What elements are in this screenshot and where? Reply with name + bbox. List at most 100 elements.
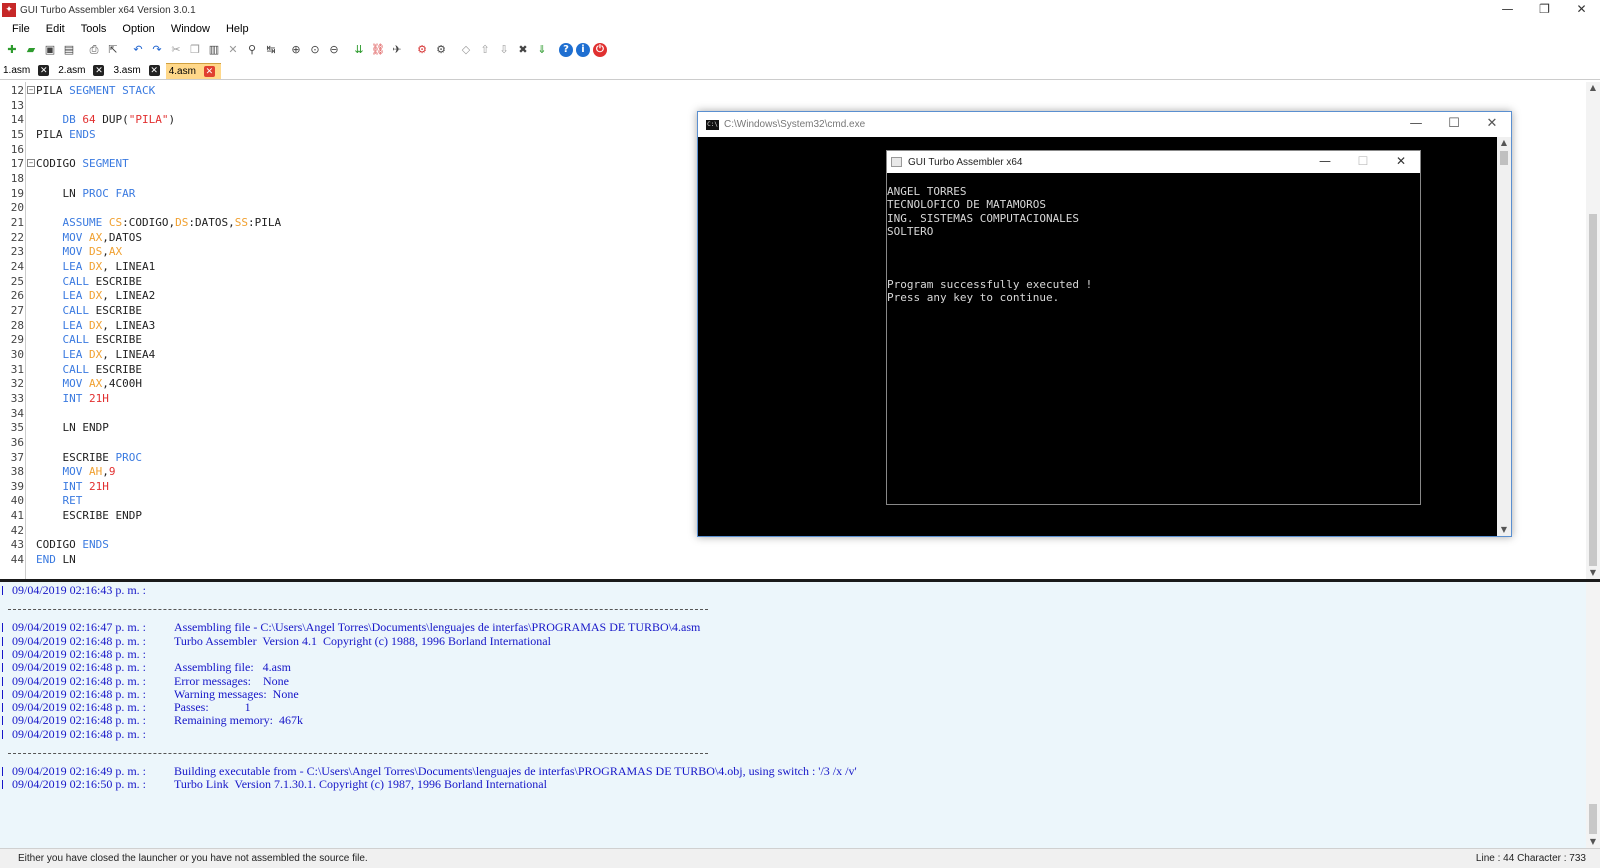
help-icon[interactable]: ?: [559, 43, 573, 57]
cut-icon[interactable]: ✂: [168, 42, 184, 58]
code-token: INT: [62, 391, 89, 405]
tab-close-icon[interactable]: ✕: [203, 65, 215, 77]
cmd-vertical-scrollbar[interactable]: ▲ ▼: [1497, 137, 1511, 536]
tab-3[interactable]: 3.asm ✕: [110, 63, 165, 79]
assemble-icon[interactable]: ⇊: [351, 42, 367, 58]
new-file-icon[interactable]: ✚: [4, 42, 20, 58]
cmd-scroll-up-arrow-icon[interactable]: ▲: [1497, 137, 1511, 149]
delete-icon[interactable]: ✕: [225, 42, 241, 58]
menu-tools[interactable]: Tools: [81, 23, 107, 35]
tab-close-icon[interactable]: ✕: [148, 65, 160, 76]
inner-minimize-button[interactable]: —: [1306, 151, 1344, 173]
undo-icon[interactable]: ↶: [130, 42, 146, 58]
fold-toggle-icon[interactable]: −: [27, 159, 35, 168]
fold-toggle-icon[interactable]: −: [27, 86, 35, 94]
copy-icon[interactable]: ❐: [187, 42, 203, 58]
log-vertical-scrollbar[interactable]: ▼: [1586, 582, 1600, 848]
paste-icon[interactable]: ▥: [206, 42, 222, 58]
inner-close-button[interactable]: ✕: [1382, 151, 1420, 173]
menu-window[interactable]: Window: [171, 23, 210, 35]
redo-icon[interactable]: ↷: [149, 42, 165, 58]
line-number: 13: [10, 98, 24, 112]
minimize-button[interactable]: —: [1489, 0, 1526, 20]
cmd-scroll-thumb[interactable]: [1500, 151, 1508, 165]
print-icon[interactable]: ⎙: [86, 42, 102, 58]
code-text: LEA DX, LINEA4: [36, 347, 156, 362]
tab-2[interactable]: 2.asm ✕: [55, 63, 110, 79]
info-icon[interactable]: i: [576, 43, 590, 57]
cmd-scroll-down-arrow-icon[interactable]: ▼: [1497, 524, 1511, 536]
close-button[interactable]: ✕: [1563, 0, 1600, 20]
tab-4[interactable]: 4.asm ✕: [165, 62, 221, 79]
cmd-minimize-button[interactable]: —: [1397, 112, 1435, 137]
code-icon[interactable]: ◇: [458, 42, 474, 58]
line-number: 12: [10, 84, 24, 97]
menu-option[interactable]: Option: [122, 23, 154, 35]
link-icon[interactable]: ⛓: [370, 42, 386, 58]
zoom-out-icon[interactable]: ⊖: [326, 42, 342, 58]
tab-close-icon[interactable]: ✕: [38, 65, 50, 76]
scroll-up-arrow-icon[interactable]: ▲: [1586, 82, 1600, 94]
save-all-icon[interactable]: ▤: [61, 42, 77, 58]
restore-button[interactable]: ❐: [1526, 0, 1563, 20]
replace-icon[interactable]: ↹: [263, 42, 279, 58]
log-scroll-thumb[interactable]: [1589, 804, 1597, 834]
code-token: 9: [108, 465, 116, 479]
code-token: CALL: [62, 333, 96, 347]
menu-help[interactable]: Help: [226, 23, 249, 35]
run-icon[interactable]: ✈: [389, 42, 405, 58]
tools-icon[interactable]: ✖: [515, 42, 531, 58]
save-icon[interactable]: ▣: [42, 42, 58, 58]
code-line[interactable]: 44 END LN: [0, 552, 1580, 567]
power-icon[interactable]: ⏻: [593, 43, 607, 57]
cmd-title: C:\Windows\System32\cmd.exe: [724, 119, 866, 130]
debug-icon[interactable]: ⚙: [414, 42, 430, 58]
code-token: , LINEA4: [102, 347, 156, 361]
zoom-in-icon[interactable]: ⊕: [288, 42, 304, 58]
log-scroll-down-arrow-icon[interactable]: ▼: [1586, 836, 1600, 848]
zoom-reset-icon[interactable]: ⊙: [307, 42, 323, 58]
inner-console-window[interactable]: GUI Turbo Assembler x64 — ☐ ✕ ANGEL TORR…: [886, 150, 1421, 505]
code-token: ,: [102, 245, 109, 259]
editor-vertical-scrollbar[interactable]: ▲ ▼: [1586, 82, 1600, 579]
menu-file[interactable]: File: [12, 23, 30, 35]
code-text: LN ENDP: [36, 420, 108, 435]
code-token: ,DATOS: [102, 230, 142, 244]
open-folder-icon[interactable]: ▰: [23, 42, 39, 58]
code-token: LN: [62, 553, 76, 567]
code-token: PILA: [36, 127, 70, 141]
cmd-close-button[interactable]: ✕: [1473, 112, 1511, 137]
download-icon[interactable]: ⇓: [534, 42, 550, 58]
code-token: DX: [89, 259, 103, 273]
menu-bar: File Edit Tools Option Window Help: [0, 20, 1600, 38]
console-line: Press any key to continue.: [887, 291, 1060, 305]
log-message: Building executable from - C:\Users\Ange…: [174, 764, 857, 778]
menu-edit[interactable]: Edit: [46, 23, 65, 35]
log-timestamp: 09/04/2019 02:16:48 p. m. :: [12, 660, 147, 675]
inner-maximize-button[interactable]: ☐: [1344, 151, 1382, 173]
tab-close-icon[interactable]: ✕: [93, 65, 105, 76]
cmd-maximize-button[interactable]: ☐: [1435, 112, 1473, 137]
editor-scroll-thumb[interactable]: [1589, 214, 1597, 566]
code-token: ): [168, 113, 176, 127]
cmd-title-bar[interactable]: C:\ C:\Windows\System32\cmd.exe — ☐ ✕: [698, 112, 1511, 137]
scroll-down-arrow-icon[interactable]: ▼: [1586, 567, 1600, 579]
code-text: DB 64 DUP("PILA"): [36, 112, 176, 127]
inner-title-bar[interactable]: GUI Turbo Assembler x64 — ☐ ✕: [887, 151, 1420, 173]
tab-1[interactable]: 1.asm ✕: [0, 63, 55, 79]
arrow-up-icon[interactable]: ⇧: [477, 42, 493, 58]
code-line[interactable]: 12− PILA SEGMENT STACK: [0, 83, 1580, 98]
export-icon[interactable]: ⇱: [105, 42, 121, 58]
find-icon[interactable]: ⚲: [244, 42, 260, 58]
code-token: CODIGO: [36, 157, 83, 171]
debug-all-icon[interactable]: ⚙: [433, 42, 449, 58]
cmd-window[interactable]: C:\ C:\Windows\System32\cmd.exe — ☐ ✕ ▲ …: [697, 111, 1512, 537]
code-token: LEA: [62, 347, 89, 361]
tab-label: 3.asm: [113, 65, 141, 76]
code-line[interactable]: 43 CODIGO ENDS: [0, 537, 1580, 552]
code-token: INT: [62, 479, 89, 493]
arrow-down-icon[interactable]: ⇩: [496, 42, 512, 58]
log-marker-icon: [2, 767, 5, 776]
